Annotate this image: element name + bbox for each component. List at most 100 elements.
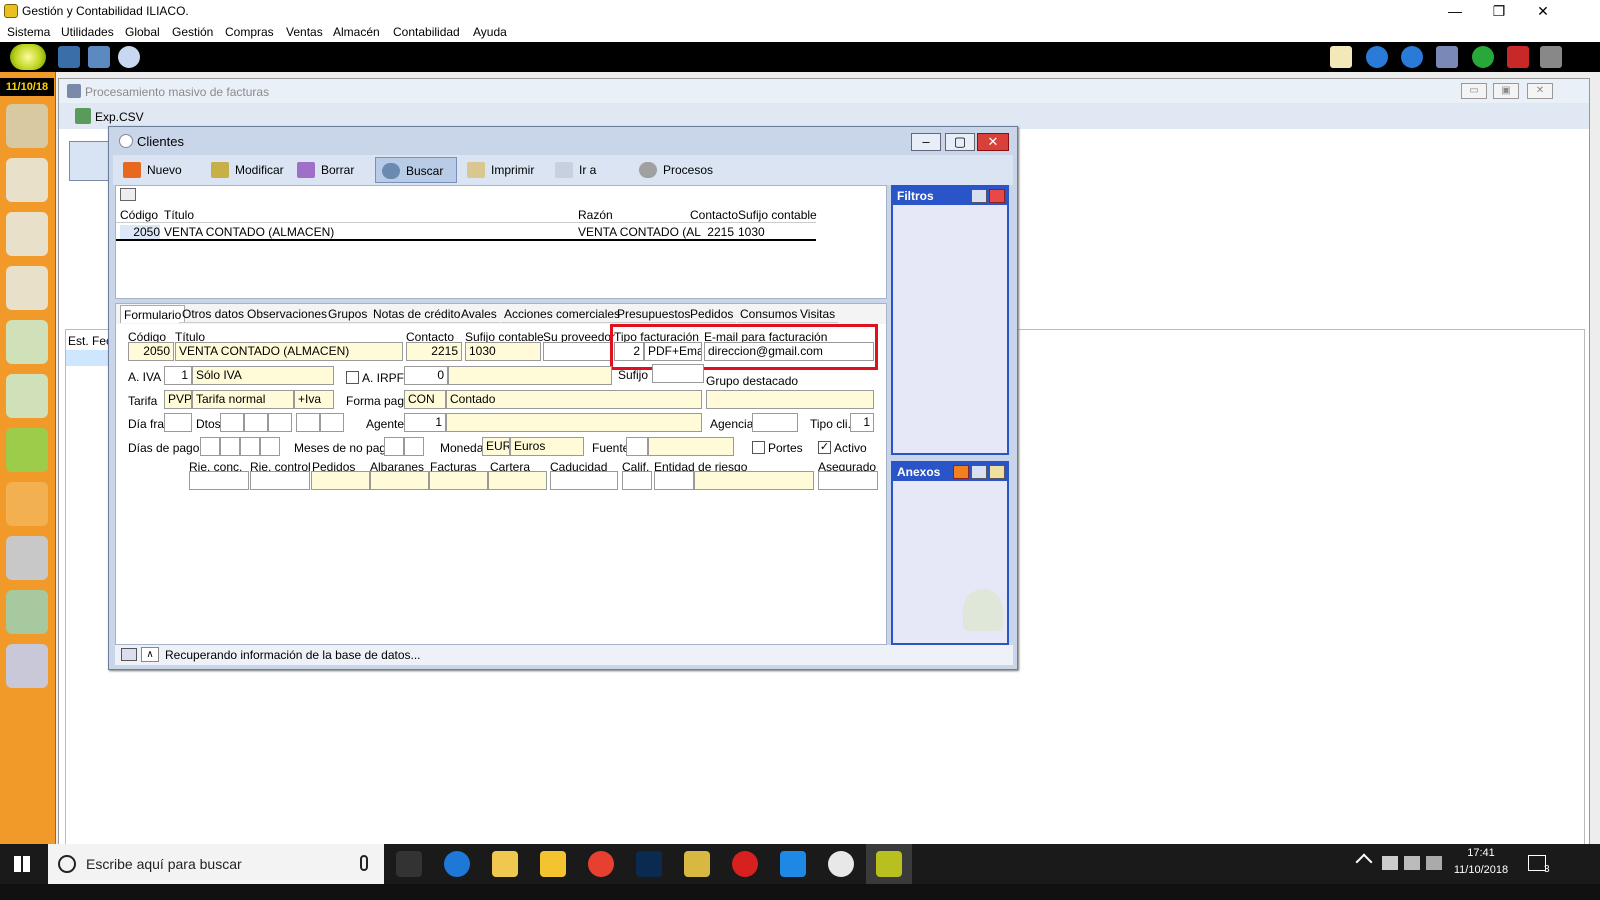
calculator-icon[interactable] (58, 46, 80, 68)
moneda-code[interactable]: EUR (482, 437, 510, 456)
caducidad-field[interactable] (550, 471, 618, 490)
teamviewer-icon[interactable] (780, 851, 806, 877)
buscar-button[interactable]: Buscar (375, 157, 457, 183)
home-orb-icon[interactable] (10, 44, 46, 70)
dia-pago1-field[interactable] (200, 437, 220, 456)
tab-consumos[interactable]: Consumos (737, 305, 801, 323)
airpf-field[interactable]: 0 (404, 366, 448, 385)
edge-icon[interactable] (444, 851, 470, 877)
imprimir-button[interactable]: Imprimir (461, 157, 545, 183)
close-all-icon[interactable] (1507, 46, 1529, 68)
albaran-icon[interactable] (6, 320, 48, 364)
calif-field[interactable] (622, 471, 652, 490)
chrome-icon[interactable] (588, 851, 614, 877)
ir-a-button[interactable]: Ir a (549, 157, 621, 183)
tarifa-iva-field[interactable]: +Iva (294, 390, 334, 409)
aiva-code[interactable]: 1 (164, 366, 192, 385)
tab-grupos[interactable]: Grupos (325, 305, 371, 323)
forma-pago-code[interactable]: CON (404, 390, 446, 409)
anexos-add-icon[interactable] (953, 465, 969, 479)
back-arrow-icon[interactable] (1366, 46, 1388, 68)
sufijo2-field[interactable] (652, 364, 704, 383)
accounting-icon[interactable] (6, 590, 48, 634)
menu-ayuda[interactable]: Ayuda (473, 25, 507, 39)
users-icon[interactable] (6, 104, 48, 148)
tab-presupuestos[interactable]: Presupuestos (614, 305, 694, 323)
agente-field[interactable] (446, 413, 702, 432)
user-icon[interactable] (118, 46, 140, 68)
iliaco-app-icon[interactable] (684, 851, 710, 877)
minimize-button[interactable]: — (1432, 0, 1478, 22)
grid-selected-row[interactable] (66, 350, 114, 366)
proc-close-button[interactable]: ✕ (1527, 83, 1553, 99)
menu-utilidades[interactable]: Utilidades (61, 25, 114, 39)
rie-control-field[interactable] (250, 471, 310, 490)
purchase-bag-icon[interactable] (6, 482, 48, 526)
photoshop-icon[interactable] (636, 851, 662, 877)
airpf-desc-field[interactable] (448, 366, 612, 385)
cartera-field[interactable] (488, 471, 547, 490)
col-titulo[interactable]: Título (164, 208, 194, 222)
factura-icon[interactable] (6, 374, 48, 418)
borrar-button[interactable]: Borrar (291, 157, 369, 183)
microphone-icon[interactable] (360, 855, 368, 871)
dto2-field[interactable] (244, 413, 268, 432)
filtros-close-icon[interactable] (989, 189, 1005, 203)
tab-pedidos[interactable]: Pedidos (687, 305, 737, 323)
titulo-field[interactable]: VENTA CONTADO (ALMACEN) (175, 342, 403, 361)
menu-global[interactable]: Global (125, 25, 160, 39)
menu-sistema[interactable]: Sistema (7, 25, 50, 39)
clock-date[interactable]: 11/10/2018 (1450, 864, 1512, 876)
mes-no-pago1-field[interactable] (384, 437, 404, 456)
aiva-field[interactable]: Sólo IVA (192, 366, 334, 385)
invoice-icon[interactable] (88, 46, 110, 68)
airpf-checkbox[interactable] (346, 371, 359, 384)
dto4-field[interactable] (296, 413, 320, 432)
list-icon[interactable] (1436, 46, 1458, 68)
menu-ventas[interactable]: Ventas (286, 25, 323, 39)
mail-icon[interactable] (1330, 46, 1352, 68)
rie-conc-field[interactable] (189, 471, 249, 490)
provider-icon[interactable] (6, 212, 48, 256)
exit-icon[interactable] (1540, 46, 1562, 68)
sufijo-field[interactable]: 1030 (465, 342, 541, 361)
clientes-maximize-button[interactable]: ▢ (945, 133, 975, 151)
col-razon[interactable]: Razón (578, 208, 613, 222)
dia-pago4-field[interactable] (260, 437, 280, 456)
col-sufijo[interactable]: Sufijo contable (738, 208, 817, 222)
forward-arrow-icon[interactable] (1401, 46, 1423, 68)
filtros-clear-icon[interactable] (971, 189, 987, 203)
tarifa-field[interactable]: Tarifa normal (192, 390, 294, 409)
activo-checkbox[interactable]: ✓ (818, 441, 831, 454)
pedidos-field[interactable] (311, 471, 370, 490)
proc-minimize-button[interactable]: ▭ (1461, 83, 1487, 99)
close-button[interactable]: ✕ (1520, 0, 1566, 22)
client-icon[interactable] (6, 158, 48, 202)
network-icon[interactable] (1404, 856, 1420, 870)
task-view-icon[interactable] (396, 851, 422, 877)
anexos-delete-icon[interactable] (971, 465, 987, 479)
collapse-icon[interactable]: ∧ (141, 647, 159, 662)
tarifa-code[interactable]: PVP (164, 390, 192, 409)
entidad-riesgo-code[interactable] (654, 471, 694, 490)
export-csv-button[interactable]: Exp.CSV (95, 110, 144, 124)
fuente-field[interactable] (648, 437, 734, 456)
forma-pago-field[interactable]: Contado (446, 390, 702, 409)
albaranes-field[interactable] (370, 471, 429, 490)
menu-contabilidad[interactable]: Contabilidad (393, 25, 460, 39)
agente-code[interactable]: 1 (404, 413, 446, 432)
sales-bag-icon[interactable] (6, 428, 48, 472)
tab-notas-credito[interactable]: Notas de crédito (370, 305, 464, 323)
list-filter-icon[interactable] (120, 188, 136, 201)
fuente-code[interactable] (626, 437, 648, 456)
anexos-open-icon[interactable] (989, 465, 1005, 479)
dropbox-icon[interactable] (1382, 856, 1398, 870)
app-icon-9[interactable] (828, 851, 854, 877)
status-icon[interactable] (121, 648, 137, 661)
codigo-field[interactable]: 2050 (128, 342, 174, 361)
file-explorer-icon[interactable] (540, 851, 566, 877)
volume-icon[interactable] (1426, 856, 1442, 870)
dto1-field[interactable] (220, 413, 244, 432)
tab-otros-datos[interactable]: Otros datos (179, 305, 248, 323)
proc-maximize-button[interactable]: ▣ (1493, 83, 1519, 99)
